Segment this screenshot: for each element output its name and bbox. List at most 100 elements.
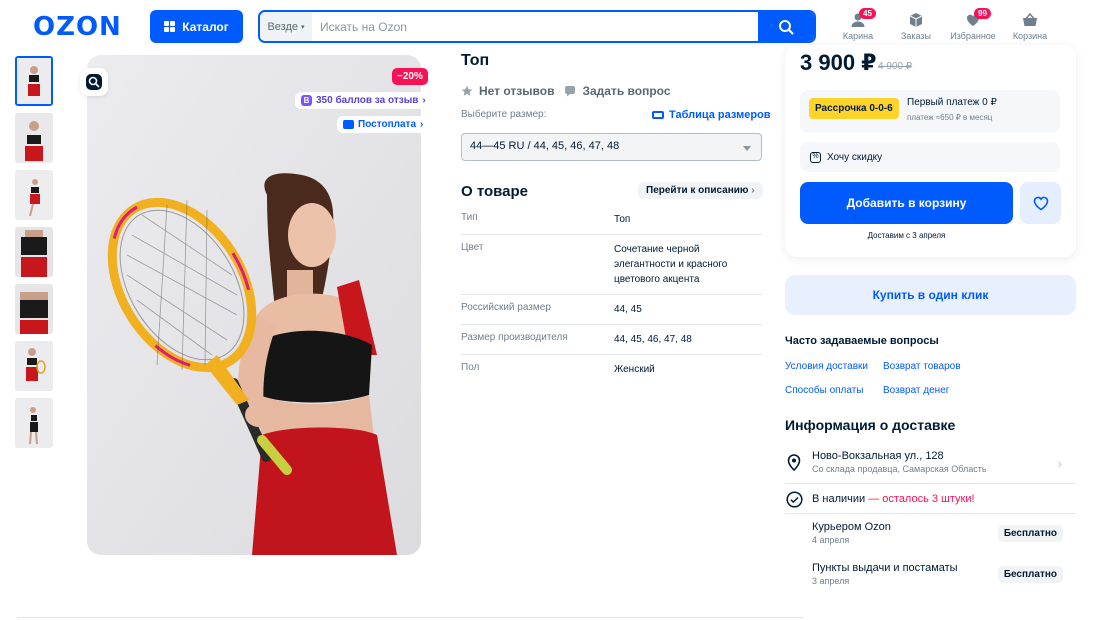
attribute-key: Российский размер <box>461 302 551 313</box>
faq-title: Часто задаваемые вопросы <box>785 335 939 347</box>
chevron-right-icon: › <box>751 185 755 196</box>
points-promo-label: 350 баллов за отзыв <box>316 95 419 106</box>
want-discount-button[interactable]: % Хочу скидку <box>800 142 1060 172</box>
attribute-value: Женский <box>614 364 655 375</box>
price: 3 900 ₽ <box>800 50 877 75</box>
catalog-button[interactable]: Каталог <box>150 10 243 43</box>
attribute-row: Цвет Сочетание черной элегантности и кра… <box>461 235 762 295</box>
size-table-label: Таблица размеров <box>669 109 771 121</box>
to-description-label: Перейти к описанию <box>646 185 749 196</box>
check-circle-icon <box>786 491 803 508</box>
basket-icon <box>1023 12 1037 26</box>
faq-link-payment[interactable]: Способы оплаты <box>785 385 864 396</box>
buy-one-click-button[interactable]: Купить в один клик <box>785 275 1076 315</box>
search-icon <box>779 19 794 34</box>
address-sub: Со склада продавца, Самарская Область <box>812 464 987 474</box>
points-promo-tag[interactable]: В 350 баллов за отзыв › <box>295 92 432 109</box>
old-price: 4 900 ₽ <box>878 61 913 72</box>
thumbnail[interactable] <box>15 227 53 277</box>
faq-link-delivery[interactable]: Условия доставки <box>785 361 868 372</box>
attribute-key: Тип <box>461 212 478 223</box>
chevron-down-icon: ▾ <box>301 23 305 31</box>
delivery-option: Курьером Ozon 4 апреля Бесплатно <box>812 521 1076 545</box>
search-bar: Везде ▾ <box>258 10 816 43</box>
cart-button[interactable]: Корзина <box>1005 12 1055 41</box>
profile-button[interactable]: 45 Карина <box>833 8 883 41</box>
ozon-logo[interactable]: OZON <box>33 12 122 42</box>
reviews-link[interactable]: Нет отзывов <box>461 84 554 98</box>
stock-status: В наличии — осталось 3 штуки! <box>785 488 1076 514</box>
ask-question-link[interactable]: Задать вопрос <box>564 84 671 98</box>
postpay-promo-tag[interactable]: Постоплата › <box>337 116 430 133</box>
stock-prefix: В наличии <box>812 493 866 505</box>
attribute-value: 44, 45, 46, 47, 48 <box>614 334 692 345</box>
installment-badge: Рассрочка 0-0-6 <box>809 98 899 119</box>
thumbnail[interactable] <box>15 398 53 448</box>
chevron-down-icon <box>743 146 751 151</box>
orders-label: Заказы <box>900 31 932 41</box>
delivery-option-price: Бесплатно <box>997 566 1063 583</box>
attribute-row: Пол Женский <box>461 355 762 384</box>
discount-badge: −20% <box>392 68 428 85</box>
attributes-table: Тип Топ Цвет Сочетание черной элегантнос… <box>461 205 762 384</box>
delivery-option: Пункты выдачи и постаматы 3 апреля Беспл… <box>812 562 1076 586</box>
profile-label: Карина <box>842 31 874 41</box>
chat-icon <box>565 86 576 97</box>
attribute-row: Российский размер 44, 45 <box>461 295 762 325</box>
search-input[interactable] <box>312 12 758 41</box>
header: OZON Каталог Везде ▾ 45 Карина Заказы 99… <box>0 0 1115 50</box>
add-favorite-button[interactable] <box>1020 182 1061 224</box>
delivery-option-price: Бесплатно <box>997 525 1063 542</box>
orders-button[interactable]: Заказы <box>891 12 941 41</box>
deliver-date: Доставим с 3 апреля <box>867 231 946 240</box>
ask-question-label: Задать вопрос <box>582 84 671 98</box>
want-discount-label: Хочу скидку <box>827 151 883 163</box>
stock-warning: — осталось 3 штуки! <box>865 493 975 505</box>
search-scope-select[interactable]: Везде ▾ <box>260 12 312 41</box>
faq-link-refund[interactable]: Возврат денег <box>883 385 949 396</box>
attribute-key: Пол <box>461 362 480 373</box>
chevron-right-icon: › <box>420 119 424 130</box>
size-table-link[interactable]: Таблица размеров <box>652 109 771 121</box>
image-search-button[interactable] <box>80 68 108 96</box>
address-line: Ново-Вокзальная ул., 128 <box>812 450 944 462</box>
price-card: 3 900 ₽ 4 900 ₽ Рассрочка 0-0-6 Первый п… <box>785 45 1076 257</box>
installment-first: Первый платеж 0 ₽ <box>907 97 997 108</box>
thumbnail[interactable] <box>15 56 53 106</box>
cart-label: Корзина <box>1012 31 1048 41</box>
chevron-right-icon: › <box>1057 455 1062 471</box>
about-title: О товаре <box>461 183 529 200</box>
points-icon: В <box>301 95 312 106</box>
thumbnail[interactable] <box>15 170 53 220</box>
chevron-right-icon: › <box>422 95 426 106</box>
delivery-address[interactable]: Ново-Вокзальная ул., 128 Со склада прода… <box>785 447 1076 484</box>
stock-text: В наличии — осталось 3 штуки! <box>812 493 975 505</box>
product-title: Топ <box>461 52 490 69</box>
add-to-cart-button[interactable]: Добавить в корзину <box>800 182 1013 224</box>
profile-badge: 45 <box>859 8 876 19</box>
divider <box>17 617 803 618</box>
selected-size: 44—45 RU / 44, 45, 46, 47, 48 <box>470 140 620 152</box>
installment-block[interactable]: Рассрочка 0-0-6 Первый платеж 0 ₽ платеж… <box>800 90 1060 133</box>
thumbnail[interactable] <box>15 341 53 391</box>
attribute-value: 44, 45 <box>614 304 642 315</box>
search-button[interactable] <box>758 12 814 41</box>
discount-tag-icon: % <box>810 151 821 163</box>
attribute-value: Топ <box>614 214 631 225</box>
attribute-row: Тип Топ <box>461 205 762 235</box>
grid-icon <box>164 21 176 32</box>
delivery-title: Информация о доставке <box>785 417 956 433</box>
faq-link-returns[interactable]: Возврат товаров <box>883 361 961 372</box>
search-scope-label: Везде <box>267 20 299 33</box>
ruler-icon <box>652 111 664 119</box>
to-description-button[interactable]: Перейти к описанию › <box>638 182 763 199</box>
favorites-button[interactable]: 99 Избранное <box>948 8 998 41</box>
thumbnail-list <box>15 56 55 455</box>
camera-search-icon <box>86 74 102 90</box>
attribute-key: Размер производителя <box>461 332 568 343</box>
thumbnail[interactable] <box>15 113 53 163</box>
size-select[interactable]: 44—45 RU / 44, 45, 46, 47, 48 <box>461 133 762 161</box>
favorites-badge: 99 <box>974 8 991 19</box>
postpay-label: Постоплата <box>358 119 417 130</box>
thumbnail[interactable] <box>15 284 53 334</box>
